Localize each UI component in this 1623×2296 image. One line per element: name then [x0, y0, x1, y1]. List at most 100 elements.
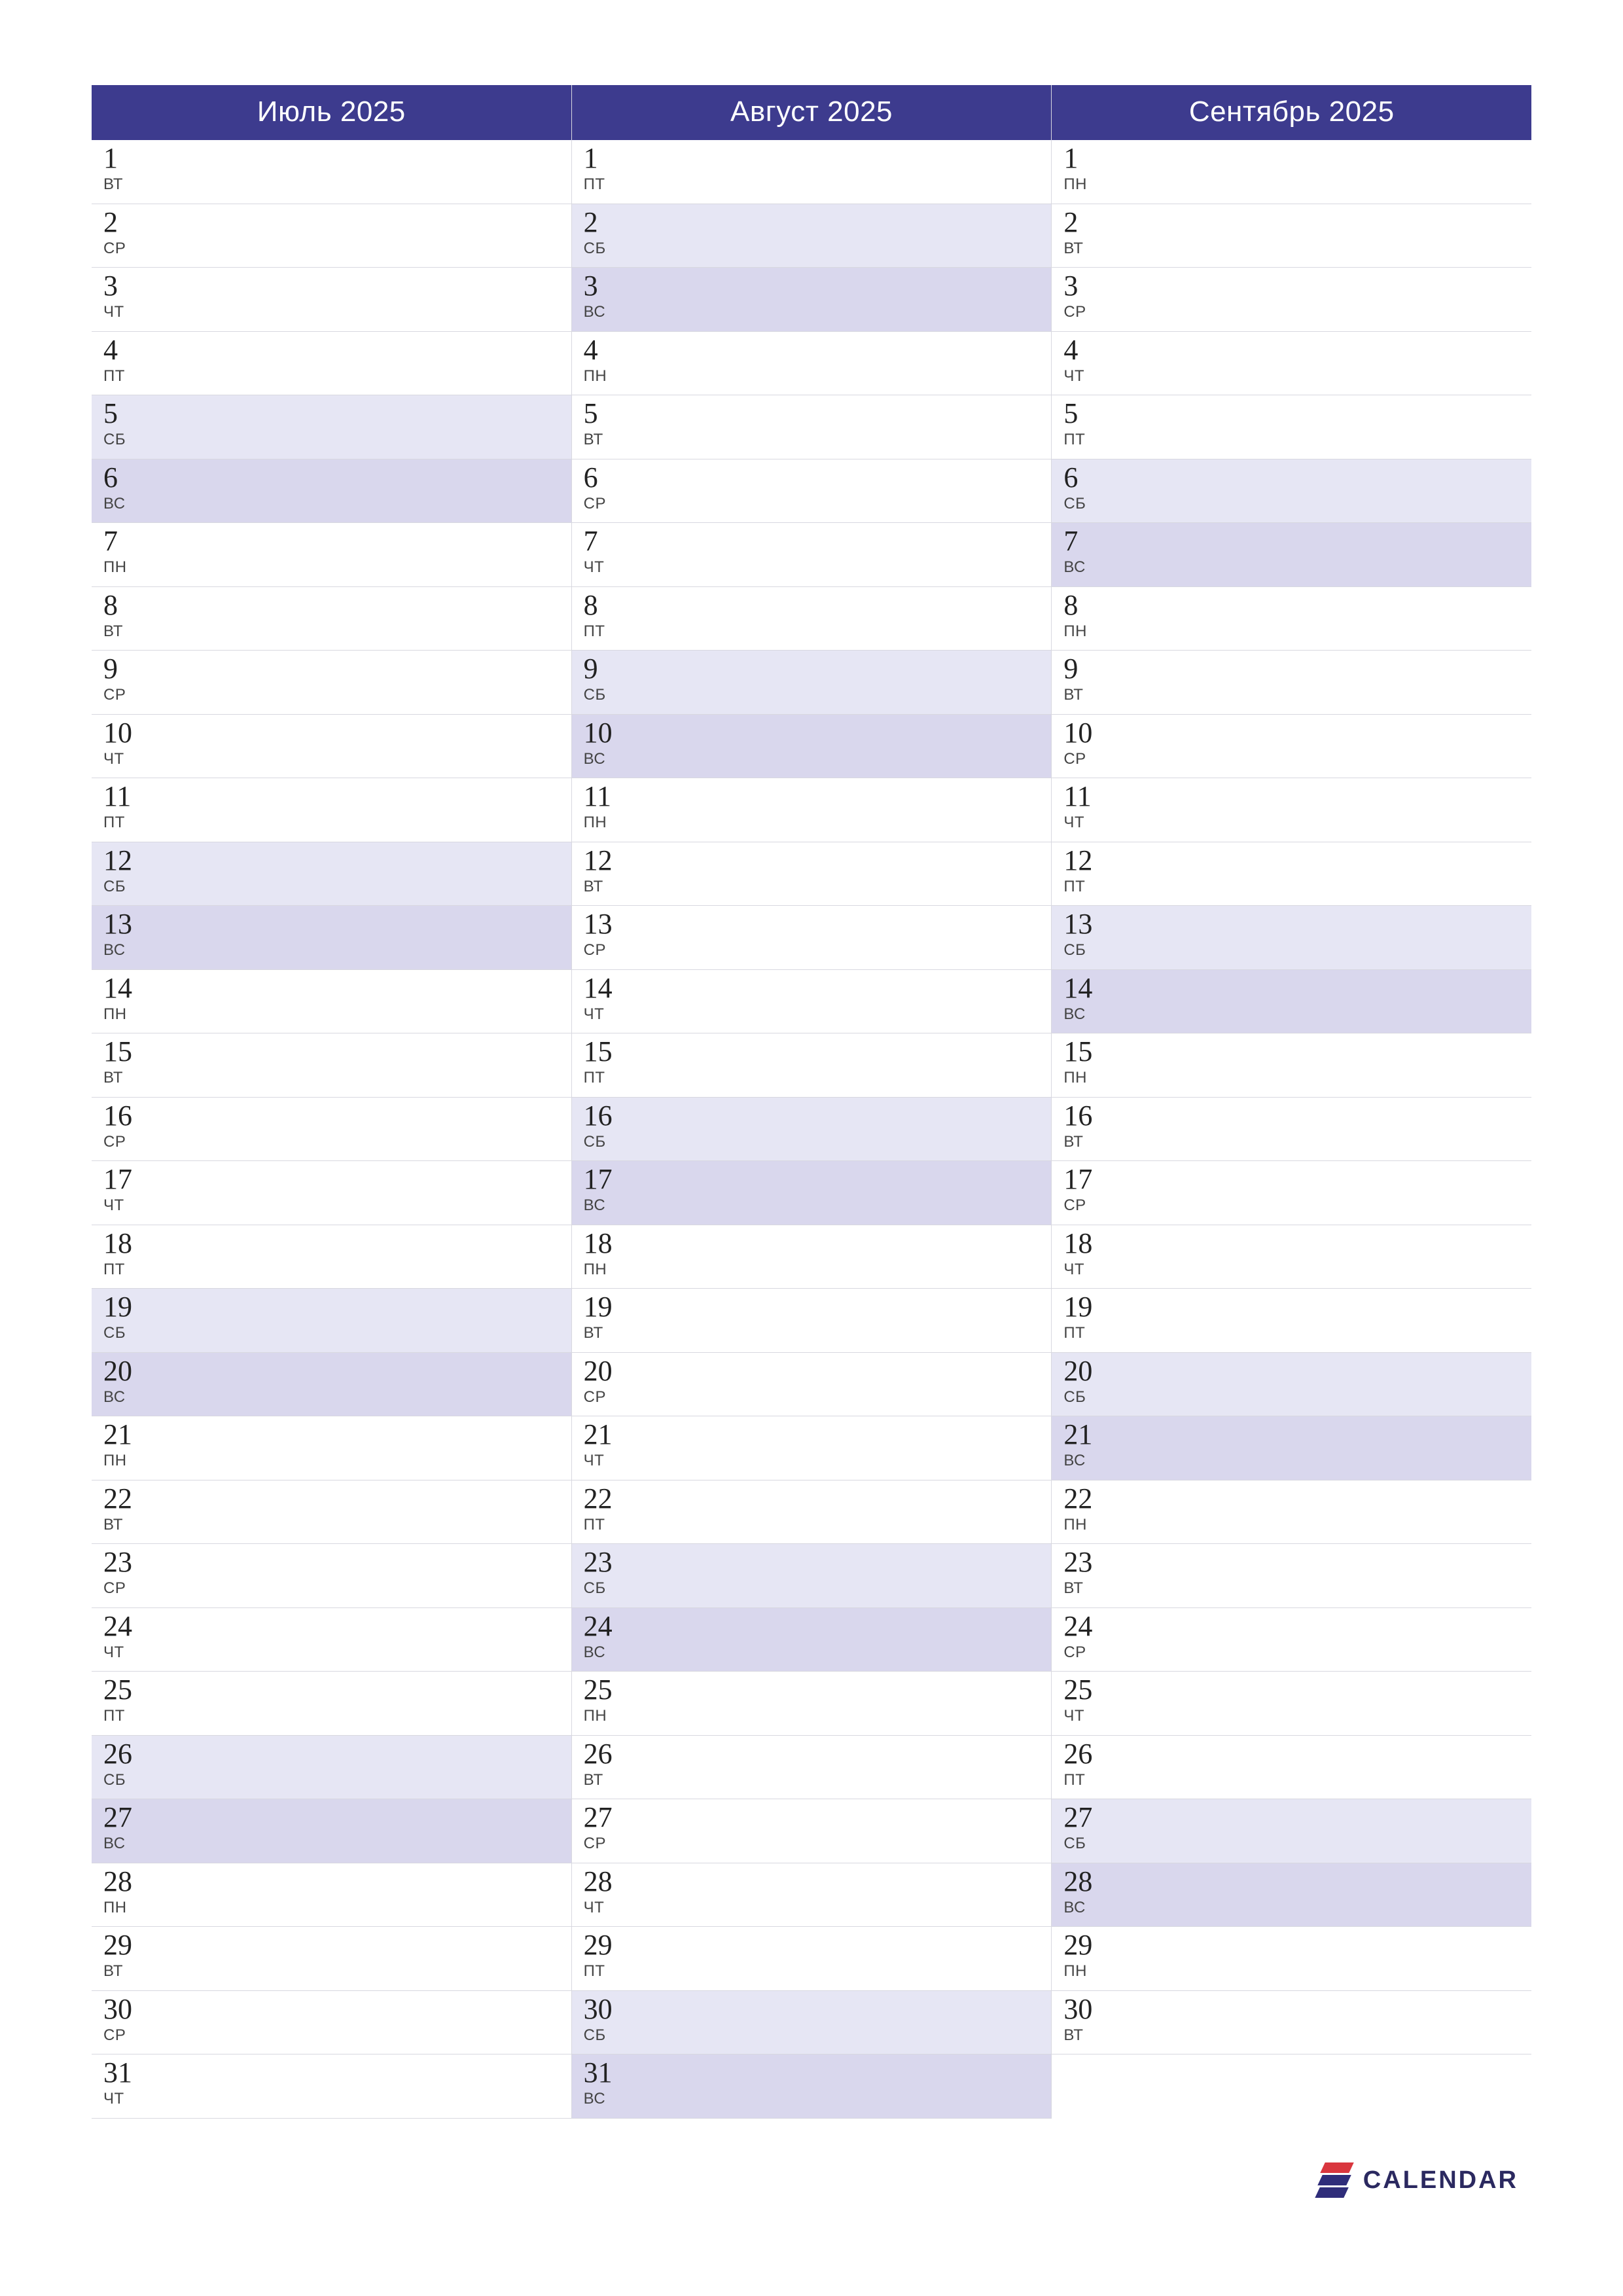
- day-number: 16: [1063, 1102, 1531, 1130]
- day-cell: 4 ПТ: [92, 332, 571, 396]
- day-number: 24: [584, 1612, 1052, 1641]
- day-number: 3: [1063, 272, 1531, 300]
- day-cell: 24 ВС: [572, 1608, 1052, 1672]
- day-weekday: СБ: [584, 686, 1052, 704]
- day-number: 4: [584, 336, 1052, 365]
- day-cell: 29ПН: [1052, 1927, 1531, 1991]
- day-weekday: ВС: [103, 941, 571, 960]
- day-weekday: СБ: [1063, 1388, 1531, 1407]
- day-weekday: ВТ: [584, 878, 1052, 896]
- day-weekday: ЧТ: [103, 1196, 571, 1215]
- day-number: 28: [584, 1867, 1052, 1896]
- day-number: 18: [1063, 1229, 1531, 1258]
- day-cell: 27СР: [572, 1799, 1052, 1863]
- day-weekday: ЧТ: [1063, 814, 1531, 832]
- empty-cell: [1052, 2054, 1531, 2119]
- day-number: 23: [584, 1548, 1052, 1577]
- day-weekday: ПН: [1063, 1069, 1531, 1087]
- day-cell: 10ЧТ: [92, 715, 571, 779]
- day-number: 4: [103, 336, 571, 365]
- day-cell: 22ПТ: [572, 1480, 1052, 1545]
- day-cell: 16СР: [92, 1098, 571, 1162]
- day-number: 16: [584, 1102, 1052, 1130]
- day-number: 26: [1063, 1740, 1531, 1768]
- day-number: 21: [103, 1420, 571, 1449]
- day-number: 29: [1063, 1931, 1531, 1960]
- day-number: 12: [584, 846, 1052, 875]
- day-weekday: ЧТ: [584, 1452, 1052, 1470]
- day-weekday: СР: [1063, 1643, 1531, 1662]
- day-weekday: ПТ: [103, 367, 571, 386]
- day-number: 25: [1063, 1676, 1531, 1704]
- brand-logo: CALENDAR: [1316, 2162, 1518, 2198]
- day-cell: 7ВС: [1052, 523, 1531, 587]
- day-weekday: ВС: [1063, 558, 1531, 577]
- day-weekday: СР: [584, 1388, 1052, 1407]
- day-number: 16: [103, 1102, 571, 1130]
- month-header: Июль 2025: [92, 85, 571, 140]
- day-weekday: ЧТ: [584, 558, 1052, 577]
- day-weekday: ВТ: [103, 1962, 571, 1981]
- day-cell: 12СБ: [92, 842, 571, 906]
- day-cell: 25ПН: [572, 1672, 1052, 1736]
- day-weekday: СБ: [1063, 941, 1531, 960]
- day-cell: 31ВС: [572, 2054, 1052, 2119]
- day-cell: 28ЧТ: [572, 1863, 1052, 1928]
- day-cell: 5ПТ: [1052, 395, 1531, 459]
- day-weekday: СР: [584, 1835, 1052, 1853]
- day-number: 13: [1063, 910, 1531, 939]
- day-cell: 2СБ: [572, 204, 1052, 268]
- day-weekday: ВС: [103, 1388, 571, 1407]
- day-number: 14: [1063, 974, 1531, 1003]
- day-number: 22: [1063, 1484, 1531, 1513]
- day-weekday: ПТ: [584, 175, 1052, 194]
- day-number: 25: [584, 1676, 1052, 1704]
- day-cell: 14ПН: [92, 970, 571, 1034]
- day-weekday: ЧТ: [1063, 1707, 1531, 1725]
- day-weekday: ПТ: [584, 1069, 1052, 1087]
- day-number: 18: [103, 1229, 571, 1258]
- day-cell: 21ВС: [1052, 1416, 1531, 1480]
- day-number: 6: [1063, 463, 1531, 492]
- day-weekday: ВТ: [103, 622, 571, 641]
- day-number: 15: [1063, 1037, 1531, 1066]
- day-weekday: ВС: [584, 1643, 1052, 1662]
- day-cell: 11ПН: [572, 778, 1052, 842]
- day-cell: 13СР: [572, 906, 1052, 970]
- day-cell: 8ПТ: [572, 587, 1052, 651]
- day-number: 30: [103, 1995, 571, 2024]
- day-weekday: ПТ: [1063, 1771, 1531, 1789]
- day-weekday: ЧТ: [584, 1005, 1052, 1024]
- day-weekday: СБ: [1063, 495, 1531, 513]
- day-cell: 1ПТ: [572, 140, 1052, 204]
- day-weekday: ВС: [584, 1196, 1052, 1215]
- day-weekday: ПТ: [103, 814, 571, 832]
- day-weekday: СБ: [584, 1133, 1052, 1151]
- day-cell: 12 ВТ: [572, 842, 1052, 906]
- day-number: 22: [103, 1484, 571, 1513]
- day-cell: 22 ВТ: [92, 1480, 571, 1545]
- day-weekday: ВС: [584, 303, 1052, 321]
- day-cell: 4ПН: [572, 332, 1052, 396]
- day-cell: 24СР: [1052, 1608, 1531, 1672]
- day-cell: 22ПН: [1052, 1480, 1531, 1545]
- day-number: 8: [103, 591, 571, 620]
- day-weekday: ВТ: [584, 1324, 1052, 1342]
- day-weekday: ПТ: [1063, 878, 1531, 896]
- day-cell: 20СБ: [1052, 1353, 1531, 1417]
- day-number: 5: [103, 399, 571, 428]
- day-weekday: ПН: [1063, 175, 1531, 194]
- day-number: 12: [1063, 846, 1531, 875]
- day-cell: 2ВТ: [1052, 204, 1531, 268]
- day-number: 3: [103, 272, 571, 300]
- day-weekday: ЧТ: [103, 303, 571, 321]
- day-number: 31: [584, 2058, 1052, 2087]
- logo-text: CALENDAR: [1363, 2166, 1518, 2195]
- day-number: 2: [584, 208, 1052, 237]
- day-weekday: ПН: [103, 1005, 571, 1024]
- day-cell: 13ВС: [92, 906, 571, 970]
- day-number: 3: [584, 272, 1052, 300]
- day-cell: 21ЧТ: [572, 1416, 1052, 1480]
- day-number: 17: [103, 1165, 571, 1194]
- day-weekday: ВТ: [103, 1516, 571, 1534]
